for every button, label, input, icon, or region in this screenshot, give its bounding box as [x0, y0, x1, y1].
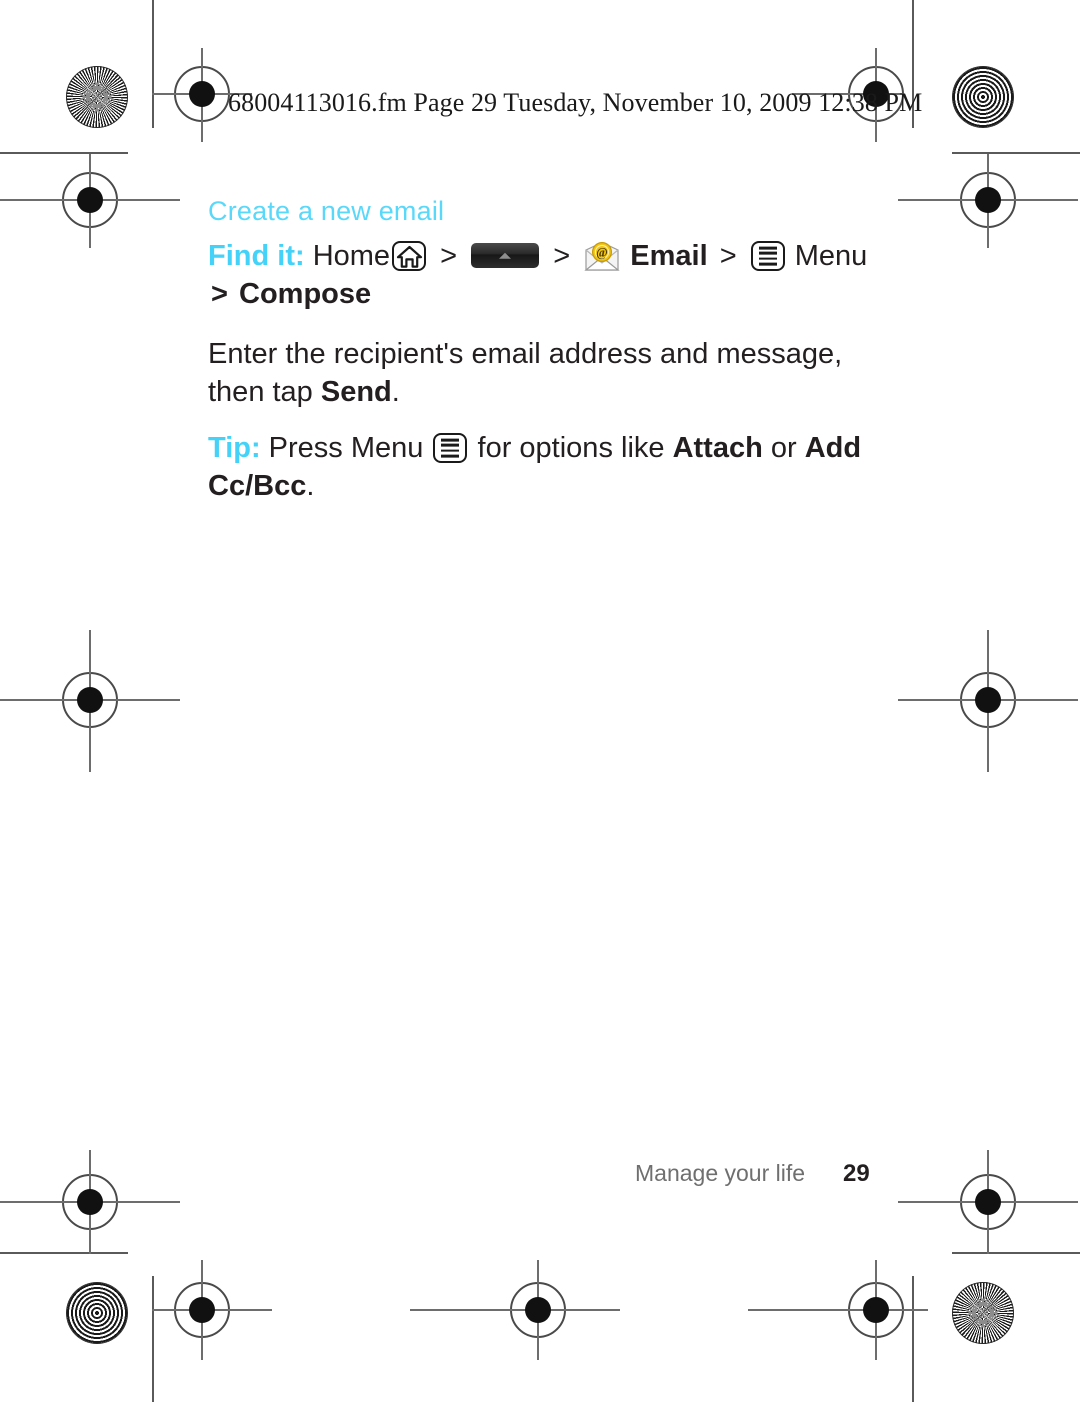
footer-page-number: 29	[843, 1160, 870, 1187]
email-envelope-icon: @	[584, 241, 620, 272]
fm-file-header: 68004113016.fm Page 29 Tuesday, November…	[228, 88, 923, 117]
path-chevron-3: >	[719, 240, 737, 272]
find-it-menu-label: Menu	[794, 240, 868, 272]
registration-target-footer-center	[410, 1260, 620, 1360]
page-content: Create a new email Find it: Home > > @ E…	[208, 196, 898, 511]
trim-rule-top-left	[0, 152, 128, 154]
tip-text-between: or	[762, 432, 805, 464]
registration-target-middle-right	[898, 630, 1078, 772]
registration-target-upper-right	[898, 154, 1078, 248]
tip-text-before: Press Menu	[260, 432, 432, 464]
trim-rule-bottom-left	[0, 1252, 128, 1254]
page-footer: Manage your life 29	[635, 1160, 870, 1188]
trim-rule-top-right	[952, 152, 1080, 154]
path-chevron-2: >	[553, 240, 571, 272]
concentric-rings-mark-bottom-left	[66, 1282, 128, 1344]
find-it-email-label: Email	[630, 240, 708, 272]
trim-rule-right-bottom	[912, 1276, 914, 1402]
path-chevron-4: >	[211, 278, 228, 310]
app-tray-launcher-icon	[471, 243, 540, 268]
instruction-send-term: Send	[320, 376, 392, 408]
tip-text-middle: for options like	[469, 432, 673, 464]
registration-target-upper-left	[0, 154, 180, 248]
instruction-text-before: Enter the recipient's email address and …	[208, 338, 843, 408]
registration-target-middle-left	[0, 630, 180, 772]
find-it-path: Find it: Home > > @ Email > Menu > Compo…	[208, 237, 898, 313]
find-it-lead-in: Find it:	[208, 240, 305, 272]
tip-attach-term: Attach	[672, 432, 763, 464]
section-heading: Create a new email	[208, 196, 445, 226]
tip-paragraph: Tip: Press Menu for options like Attach …	[208, 429, 898, 505]
path-chevron-1: >	[440, 240, 458, 272]
registration-target-lower-right	[898, 1150, 1078, 1254]
trim-rule-left-top	[152, 0, 154, 128]
home-key-icon	[392, 241, 427, 271]
radial-burst-mark-top-left	[66, 66, 128, 128]
tip-text-after: .	[306, 470, 315, 502]
svg-text:@: @	[596, 246, 608, 260]
menu-key-icon	[750, 241, 785, 271]
footer-chapter-label: Manage your life	[635, 1160, 806, 1186]
registration-target-footer-right	[748, 1260, 928, 1360]
menu-key-icon	[433, 433, 468, 463]
find-it-home-label: Home	[312, 240, 391, 272]
find-it-compose-label: Compose	[239, 278, 372, 310]
registration-target-lower-left	[0, 1150, 180, 1254]
tip-lead-in: Tip:	[208, 432, 261, 464]
registration-target-footer-left	[152, 1260, 272, 1360]
radial-burst-mark-bottom-right	[952, 1282, 1014, 1344]
instruction-text-after: .	[391, 376, 400, 408]
trim-rule-bottom-right	[952, 1252, 1080, 1254]
registration-target-header-left	[152, 48, 252, 142]
concentric-rings-mark-top-right	[952, 66, 1014, 128]
trim-rule-left-bottom	[152, 1276, 154, 1402]
instruction-paragraph: Enter the recipient's email address and …	[208, 335, 898, 411]
